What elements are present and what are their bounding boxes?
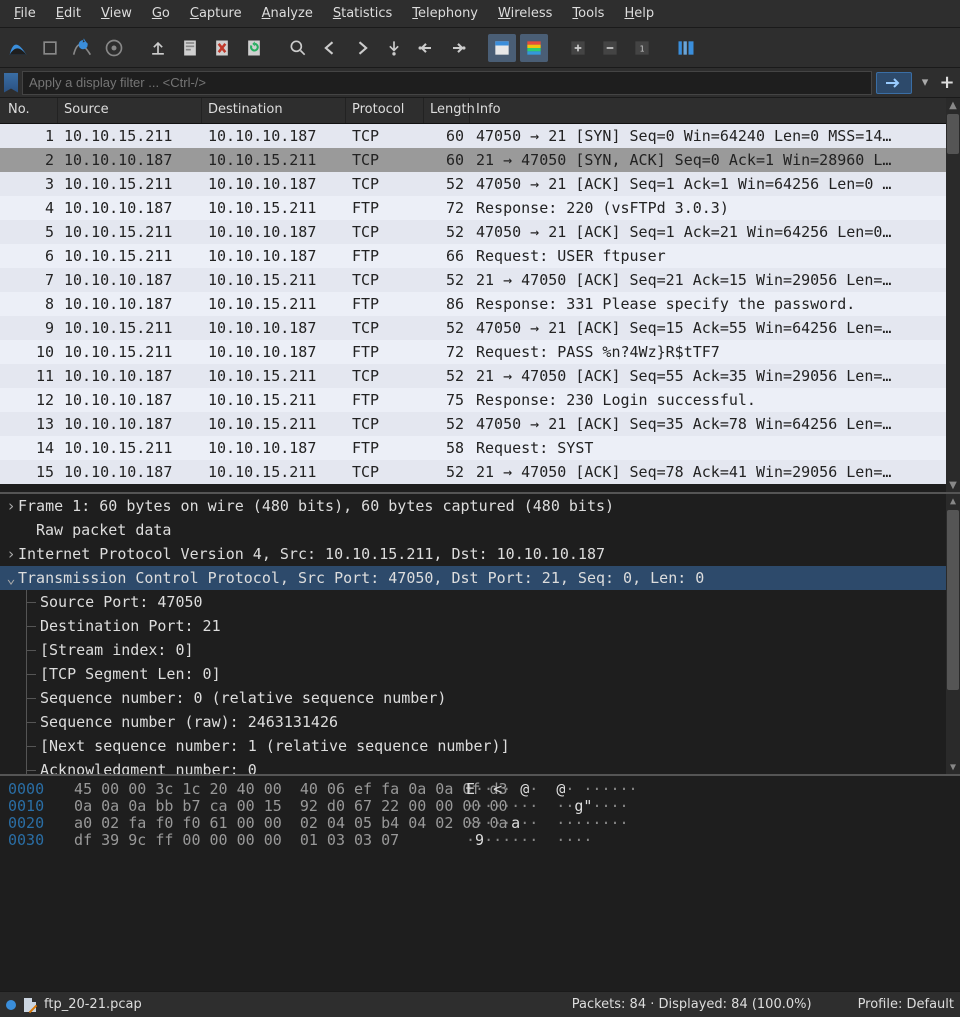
bookmark-icon[interactable] xyxy=(4,73,18,93)
expert-info-icon[interactable] xyxy=(6,1000,16,1010)
menu-statistics[interactable]: Statistics xyxy=(323,2,402,25)
find-icon[interactable] xyxy=(284,34,312,62)
resize-columns-icon[interactable] xyxy=(672,34,700,62)
detail-line[interactable]: Raw packet data xyxy=(0,518,960,542)
packet-row[interactable]: 1110.10.10.18710.10.15.211TCP5221 → 4705… xyxy=(0,364,960,388)
col-header-length[interactable]: Length xyxy=(424,98,470,123)
restart-capture-icon[interactable] xyxy=(68,34,96,62)
detail-line[interactable]: Source Port: 47050 xyxy=(0,590,960,614)
packet-row[interactable]: 210.10.10.18710.10.15.211TCP6021 → 47050… xyxy=(0,148,960,172)
filter-apply-button[interactable] xyxy=(876,72,912,94)
detail-line[interactable]: Acknowledgment number: 0 xyxy=(0,758,960,776)
packet-row[interactable]: 1010.10.15.21110.10.10.187FTP72Request: … xyxy=(0,340,960,364)
menu-analyze[interactable]: Analyze xyxy=(252,2,323,25)
packet-bytes-pane[interactable]: 0000 45 00 00 3c 1c 20 40 00 40 06 ef fa… xyxy=(0,776,960,991)
packet-row[interactable]: 910.10.15.21110.10.10.187TCP5247050 → 21… xyxy=(0,316,960,340)
capture-file-comment-icon[interactable] xyxy=(24,998,36,1012)
packet-row[interactable]: 610.10.15.21110.10.10.187FTP66Request: U… xyxy=(0,244,960,268)
hex-line[interactable]: 0000 45 00 00 3c 1c 20 40 00 40 06 ef fa… xyxy=(8,780,952,797)
scroll-up-icon[interactable]: ▲ xyxy=(946,494,960,508)
go-last-icon[interactable] xyxy=(444,34,472,62)
detail-line[interactable]: ›Frame 1: 60 bytes on wire (480 bits), 6… xyxy=(0,494,960,518)
menu-tools[interactable]: Tools xyxy=(562,2,614,25)
menu-go[interactable]: Go xyxy=(142,2,180,25)
packet-row[interactable]: 1310.10.10.18710.10.15.211TCP5247050 → 2… xyxy=(0,412,960,436)
scroll-down-icon[interactable]: ▼ xyxy=(946,760,960,774)
detail-line[interactable]: Sequence number (raw): 2463131426 xyxy=(0,710,960,734)
packet-list-scrollbar[interactable]: ▲ ▼ xyxy=(946,98,960,492)
detail-line[interactable]: ›Internet Protocol Version 4, Src: 10.10… xyxy=(0,542,960,566)
menu-file[interactable]: File xyxy=(4,2,46,25)
menu-edit[interactable]: Edit xyxy=(46,2,91,25)
zoom-out-icon[interactable] xyxy=(596,34,624,62)
packet-row[interactable]: 710.10.10.18710.10.15.211TCP5221 → 47050… xyxy=(0,268,960,292)
zoom-reset-icon[interactable]: 1 xyxy=(628,34,656,62)
hex-line[interactable]: 0010 0a 0a 0a bb b7 ca 00 15 92 d0 67 22… xyxy=(8,797,952,814)
packet-list-body[interactable]: 110.10.15.21110.10.10.187TCP6047050 → 21… xyxy=(0,124,960,494)
menu-bar: FileEditViewGoCaptureAnalyzeStatisticsTe… xyxy=(0,0,960,28)
go-to-packet-icon[interactable] xyxy=(380,34,408,62)
details-scrollbar[interactable]: ▲ ▼ xyxy=(946,494,960,774)
menu-help[interactable]: Help xyxy=(614,2,664,25)
col-header-protocol[interactable]: Protocol xyxy=(346,98,424,123)
packet-row[interactable]: 110.10.15.21110.10.10.187TCP6047050 → 21… xyxy=(0,124,960,148)
scrollbar-thumb[interactable] xyxy=(947,510,959,690)
status-profile[interactable]: Profile: Default xyxy=(858,997,954,1012)
go-back-icon[interactable] xyxy=(316,34,344,62)
save-file-icon[interactable] xyxy=(176,34,204,62)
packet-row[interactable]: 1210.10.10.18710.10.15.211FTP75Response:… xyxy=(0,388,960,412)
detail-line[interactable]: Sequence number: 0 (relative sequence nu… xyxy=(0,686,960,710)
menu-view[interactable]: View xyxy=(91,2,142,25)
detail-line[interactable]: ⌄Transmission Control Protocol, Src Port… xyxy=(0,566,960,590)
packet-row[interactable]: 810.10.10.18710.10.15.211FTP86Response: … xyxy=(0,292,960,316)
status-filename: ftp_20-21.pcap xyxy=(44,997,142,1012)
close-file-icon[interactable] xyxy=(208,34,236,62)
zoom-in-icon[interactable] xyxy=(564,34,592,62)
stop-capture-icon[interactable] xyxy=(36,34,64,62)
detail-line[interactable]: [Stream index: 0] xyxy=(0,638,960,662)
logo-icon[interactable] xyxy=(4,34,32,62)
menu-wireless[interactable]: Wireless xyxy=(488,2,562,25)
col-header-source[interactable]: Source xyxy=(58,98,202,123)
go-first-icon[interactable] xyxy=(412,34,440,62)
status-bar: ftp_20-21.pcap Packets: 84 · Displayed: … xyxy=(0,991,960,1017)
filter-history-dropdown[interactable]: ▾ xyxy=(916,72,934,94)
menu-telephony[interactable]: Telephony xyxy=(402,2,488,25)
display-filter-input[interactable] xyxy=(22,71,872,95)
filter-bar: ▾ + xyxy=(0,68,960,98)
add-filter-button[interactable]: + xyxy=(938,72,956,94)
reload-file-icon[interactable] xyxy=(240,34,268,62)
detail-line[interactable]: [Next sequence number: 1 (relative seque… xyxy=(0,734,960,758)
auto-scroll-icon[interactable] xyxy=(488,34,516,62)
status-packet-count: Packets: 84 · Displayed: 84 (100.0%) xyxy=(572,997,812,1012)
col-header-info[interactable]: Info xyxy=(470,98,960,123)
packet-row[interactable]: 510.10.15.21110.10.10.187TCP5247050 → 21… xyxy=(0,220,960,244)
hex-line[interactable]: 0030 df 39 9c ff 00 00 00 00 01 03 03 07… xyxy=(8,831,952,848)
packet-row[interactable]: 1410.10.15.21110.10.10.187FTP58Request: … xyxy=(0,436,960,460)
packet-row[interactable]: 310.10.15.21110.10.10.187TCP5247050 → 21… xyxy=(0,172,960,196)
packet-list-pane: No. Source Destination Protocol Length I… xyxy=(0,98,960,494)
col-header-destination[interactable]: Destination xyxy=(202,98,346,123)
packet-list-header[interactable]: No. Source Destination Protocol Length I… xyxy=(0,98,960,124)
packet-row[interactable]: 1510.10.10.18710.10.15.211TCP5221 → 4705… xyxy=(0,460,960,484)
svg-text:1: 1 xyxy=(639,43,644,53)
scrollbar-thumb[interactable] xyxy=(947,114,959,154)
open-file-icon[interactable] xyxy=(144,34,172,62)
detail-line[interactable]: Destination Port: 21 xyxy=(0,614,960,638)
col-header-no[interactable]: No. xyxy=(0,98,58,123)
menu-capture[interactable]: Capture xyxy=(180,2,252,25)
options-icon[interactable] xyxy=(100,34,128,62)
packet-details-pane[interactable]: ›Frame 1: 60 bytes on wire (480 bits), 6… xyxy=(0,494,960,776)
scroll-up-icon[interactable]: ▲ xyxy=(946,98,960,112)
detail-line[interactable]: [TCP Segment Len: 0] xyxy=(0,662,960,686)
packet-row[interactable]: 410.10.10.18710.10.15.211FTP72Response: … xyxy=(0,196,960,220)
main-toolbar: 1 xyxy=(0,28,960,68)
scroll-down-icon[interactable]: ▼ xyxy=(946,478,960,492)
go-forward-icon[interactable] xyxy=(348,34,376,62)
hex-line[interactable]: 0020 a0 02 fa f0 f0 61 00 00 02 04 05 b4… xyxy=(8,814,952,831)
colorize-icon[interactable] xyxy=(520,34,548,62)
